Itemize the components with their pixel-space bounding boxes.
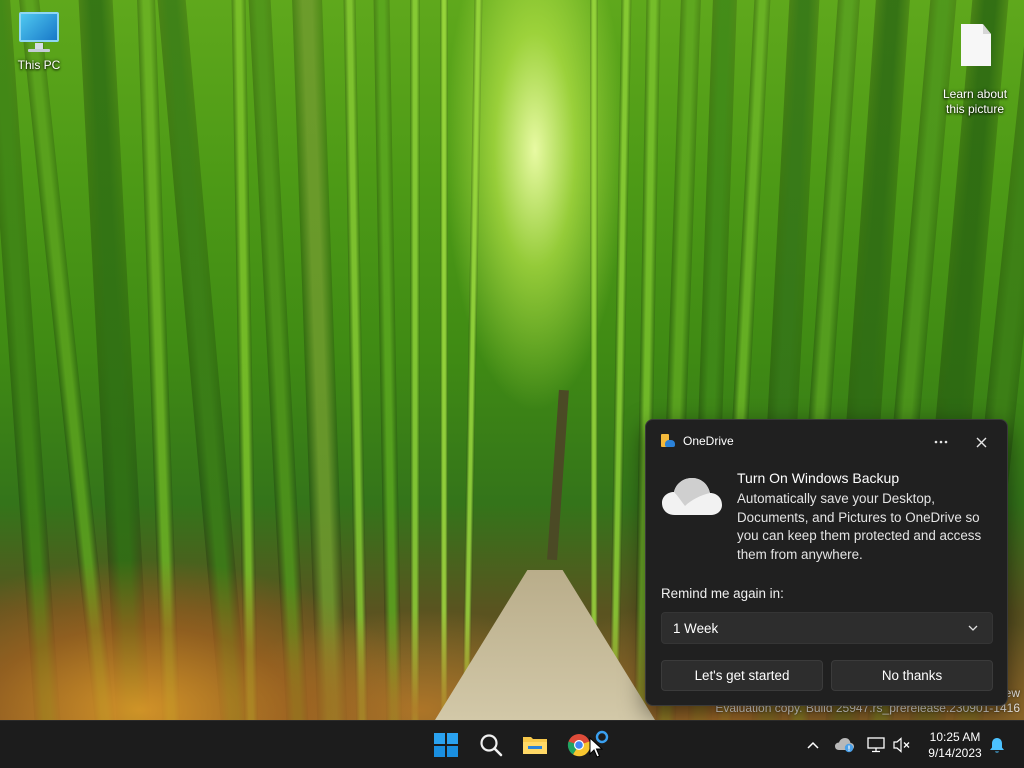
taskbar: 10:25 AM 9/14/2023 bbox=[0, 720, 1024, 768]
onedrive-notification: OneDrive Turn On Windows Backup Automati… bbox=[645, 419, 1008, 706]
desktop-icon-this-pc[interactable]: This PC bbox=[1, 10, 77, 73]
clock[interactable]: 10:25 AM 9/14/2023 bbox=[918, 729, 992, 761]
close-icon bbox=[976, 437, 986, 447]
remind-label: Remind me again in: bbox=[661, 586, 784, 601]
start-button[interactable] bbox=[430, 729, 462, 761]
desktop-icon-label: This PC bbox=[17, 58, 61, 72]
network-icon bbox=[867, 737, 885, 753]
chrome-icon bbox=[567, 734, 591, 757]
file-explorer-button[interactable] bbox=[519, 729, 551, 761]
no-thanks-button[interactable]: No thanks bbox=[831, 660, 993, 691]
notification-header: OneDrive bbox=[661, 433, 734, 449]
notifications-button[interactable] bbox=[987, 735, 1007, 755]
remind-selected-value: 1 Week bbox=[673, 620, 719, 636]
notification-title: Turn On Windows Backup bbox=[737, 470, 900, 486]
mouse-cursor-icon bbox=[589, 737, 603, 758]
onedrive-status-icon bbox=[835, 738, 854, 753]
notification-app-name: OneDrive bbox=[683, 434, 734, 448]
notification-body: Automatically save your Desktop, Documen… bbox=[737, 491, 982, 562]
search-icon bbox=[480, 734, 503, 757]
chevron-up-icon bbox=[807, 741, 819, 749]
bell-icon bbox=[990, 737, 1004, 753]
cloud-icon bbox=[662, 478, 722, 515]
lets-get-started-button[interactable]: Let's get started bbox=[661, 660, 823, 691]
windows-logo-icon bbox=[434, 733, 458, 757]
this-pc-icon bbox=[17, 10, 61, 54]
more-options-button[interactable] bbox=[927, 430, 955, 454]
clock-date: 9/14/2023 bbox=[928, 746, 982, 760]
desktop-icon-learn-about-picture[interactable]: Learn about this picture bbox=[937, 9, 1013, 132]
desktop-icon-label: Learn about this picture bbox=[942, 87, 1008, 116]
network-button[interactable] bbox=[866, 735, 886, 755]
tree-trunk bbox=[547, 389, 569, 561]
close-button[interactable] bbox=[967, 430, 995, 454]
volume-muted-icon bbox=[893, 737, 910, 753]
chevron-down-icon bbox=[968, 625, 978, 631]
volume-button[interactable] bbox=[892, 735, 912, 755]
onedrive-tray-button[interactable] bbox=[835, 735, 855, 755]
search-button[interactable] bbox=[475, 729, 507, 761]
clock-time: 10:25 AM bbox=[929, 730, 981, 744]
remind-dropdown[interactable]: 1 Week bbox=[661, 612, 993, 644]
document-icon bbox=[953, 24, 997, 68]
show-hidden-icons-button[interactable] bbox=[803, 735, 823, 755]
more-options-icon bbox=[934, 440, 948, 444]
folder-icon bbox=[523, 737, 547, 754]
onedrive-app-icon bbox=[661, 433, 675, 449]
